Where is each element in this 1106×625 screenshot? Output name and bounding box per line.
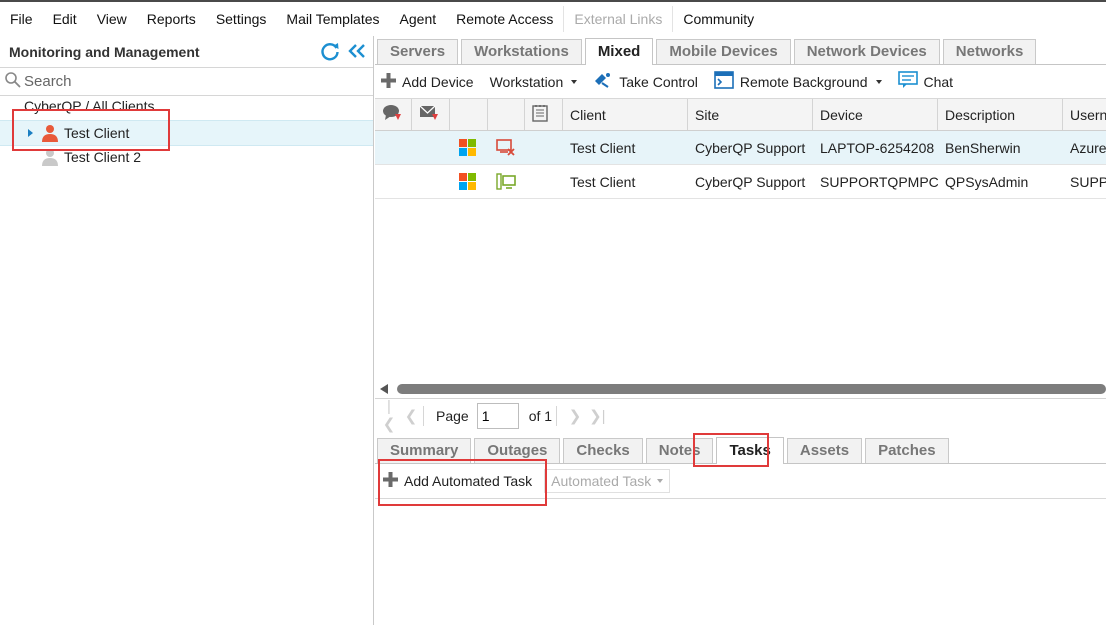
device-column-header[interactable]: Device bbox=[813, 99, 938, 130]
highlight-box-test-client bbox=[12, 109, 170, 151]
menu-remote-access[interactable]: Remote Access bbox=[446, 6, 563, 32]
window-top-border bbox=[0, 0, 1106, 2]
page-count-label: of 1 bbox=[528, 407, 553, 424]
satellite-icon bbox=[593, 71, 613, 92]
page-number-input[interactable] bbox=[476, 402, 519, 429]
remote-background-label: Remote Background bbox=[739, 73, 868, 90]
menu-community[interactable]: Community bbox=[673, 6, 764, 32]
remote-background-dropdown[interactable]: Remote Background bbox=[714, 71, 882, 92]
last-page-icon[interactable]: ❯| bbox=[589, 407, 605, 425]
online-device-icon bbox=[488, 165, 525, 198]
table-row[interactable]: Test Client CyberQP Support LAPTOP-62542… bbox=[375, 131, 1106, 165]
tab-workstations[interactable]: Workstations bbox=[461, 39, 582, 64]
page-label: Page bbox=[436, 407, 469, 424]
offline-device-icon bbox=[488, 131, 525, 164]
grid-header: Client Site Device Description Userna bbox=[375, 99, 1106, 131]
description-cell: QPSysAdmin bbox=[945, 173, 1029, 190]
prev-page-icon[interactable]: ❮ bbox=[403, 407, 419, 425]
highlight-box-add-task bbox=[378, 459, 547, 506]
menu-view[interactable]: View bbox=[87, 6, 137, 32]
tab-assets[interactable]: Assets bbox=[786, 438, 863, 463]
windows-icon bbox=[450, 131, 488, 164]
mail-alert-icon bbox=[419, 104, 439, 125]
device-cell: SUPPORTQPMPC bbox=[820, 173, 938, 190]
workstation-label: Workstation bbox=[489, 73, 564, 90]
client-cell: Test Client bbox=[570, 173, 636, 190]
username-cell: SUPPO bbox=[1070, 173, 1106, 190]
divider bbox=[556, 405, 558, 426]
chevron-down-icon bbox=[657, 479, 664, 483]
horizontal-scrollbar[interactable] bbox=[375, 382, 1106, 396]
site-column-header[interactable]: Site bbox=[688, 99, 813, 130]
table-row[interactable]: Test Client CyberQP Support SUPPORTQPMPC… bbox=[375, 165, 1106, 199]
tab-mixed[interactable]: Mixed bbox=[584, 38, 654, 65]
add-device-label: Add Device bbox=[402, 73, 474, 90]
alert-mail-column-header[interactable] bbox=[412, 99, 450, 130]
status-column-header[interactable] bbox=[488, 99, 525, 130]
tree-item-label: Test Client 2 bbox=[64, 149, 142, 165]
device-cell: LAPTOP-6254208 bbox=[820, 139, 935, 156]
workstation-dropdown[interactable]: Workstation bbox=[490, 74, 578, 90]
take-control-button[interactable]: Take Control bbox=[593, 71, 698, 92]
device-toolbar: Add Device Workstation Take Control Remo… bbox=[375, 65, 1106, 99]
site-cell: CyberQP Support bbox=[695, 173, 806, 190]
chevron-down-icon bbox=[875, 79, 882, 84]
add-device-button[interactable]: Add Device bbox=[381, 72, 474, 91]
menu-mail-templates[interactable]: Mail Templates bbox=[276, 6, 389, 32]
tab-mobile-devices[interactable]: Mobile Devices bbox=[656, 39, 791, 64]
chat-button[interactable]: Chat bbox=[897, 71, 954, 92]
pager-toolbar: |❮ ❮ Page of 1 ❯ ❯| bbox=[375, 398, 1106, 433]
site-cell: CyberQP Support bbox=[695, 139, 806, 156]
tab-network-devices[interactable]: Network Devices bbox=[793, 39, 940, 64]
client-cell: Test Client bbox=[570, 139, 636, 156]
search-icon bbox=[4, 71, 22, 92]
alert-messages-column-header[interactable] bbox=[375, 99, 412, 130]
device-tabs: Servers Workstations Mixed Mobile Device… bbox=[375, 36, 1106, 65]
chat-icon bbox=[897, 71, 918, 92]
terminal-icon bbox=[714, 71, 734, 92]
left-panel-header: Monitoring and Management bbox=[0, 36, 373, 68]
refresh-icon[interactable] bbox=[319, 40, 341, 65]
search-bar bbox=[0, 68, 373, 96]
divider bbox=[423, 405, 424, 426]
automated-task-dropdown[interactable]: Automated Task bbox=[544, 469, 671, 493]
description-column-header[interactable]: Description bbox=[938, 99, 1063, 130]
highlight-box-tasks-tab bbox=[693, 433, 769, 467]
menu-agent[interactable]: Agent bbox=[390, 6, 447, 32]
search-input[interactable] bbox=[22, 72, 356, 91]
main-panel: Servers Workstations Mixed Mobile Device… bbox=[375, 36, 1106, 625]
notes-column-header[interactable] bbox=[525, 99, 563, 130]
first-page-icon[interactable]: |❮ bbox=[381, 398, 397, 433]
notepad-icon bbox=[532, 104, 548, 125]
menu-edit[interactable]: Edit bbox=[43, 6, 87, 32]
message-alert-icon bbox=[382, 104, 402, 125]
menu-external-links[interactable]: External Links bbox=[563, 6, 674, 32]
menu-reports[interactable]: Reports bbox=[137, 6, 206, 32]
menu-bar: File Edit View Reports Settings Mail Tem… bbox=[0, 6, 1106, 32]
menu-settings[interactable]: Settings bbox=[206, 6, 277, 32]
os-column-header[interactable] bbox=[450, 99, 488, 130]
device-grid: Client Site Device Description Userna Te… bbox=[375, 99, 1106, 199]
tab-checks[interactable]: Checks bbox=[563, 438, 643, 463]
left-panel-title: Monitoring and Management bbox=[9, 43, 200, 60]
username-cell: AzureA bbox=[1070, 139, 1106, 156]
next-page-icon[interactable]: ❯ bbox=[567, 407, 583, 425]
left-panel: Monitoring and Management CyberQP / All … bbox=[0, 36, 374, 625]
plus-icon bbox=[381, 72, 396, 91]
chevron-down-icon bbox=[571, 79, 578, 84]
menu-file[interactable]: File bbox=[0, 6, 43, 32]
automated-task-label: Automated Task bbox=[551, 473, 652, 489]
tab-servers[interactable]: Servers bbox=[377, 39, 459, 64]
chat-label: Chat bbox=[923, 73, 954, 90]
client-column-header[interactable]: Client bbox=[563, 99, 688, 130]
description-cell: BenSherwin bbox=[945, 139, 1021, 156]
take-control-label: Take Control bbox=[619, 73, 698, 90]
collapse-panel-icon[interactable] bbox=[347, 40, 367, 65]
username-column-header[interactable]: Userna bbox=[1063, 99, 1106, 130]
windows-icon bbox=[450, 165, 488, 198]
tab-networks[interactable]: Networks bbox=[942, 39, 1037, 64]
tab-patches[interactable]: Patches bbox=[865, 438, 949, 463]
